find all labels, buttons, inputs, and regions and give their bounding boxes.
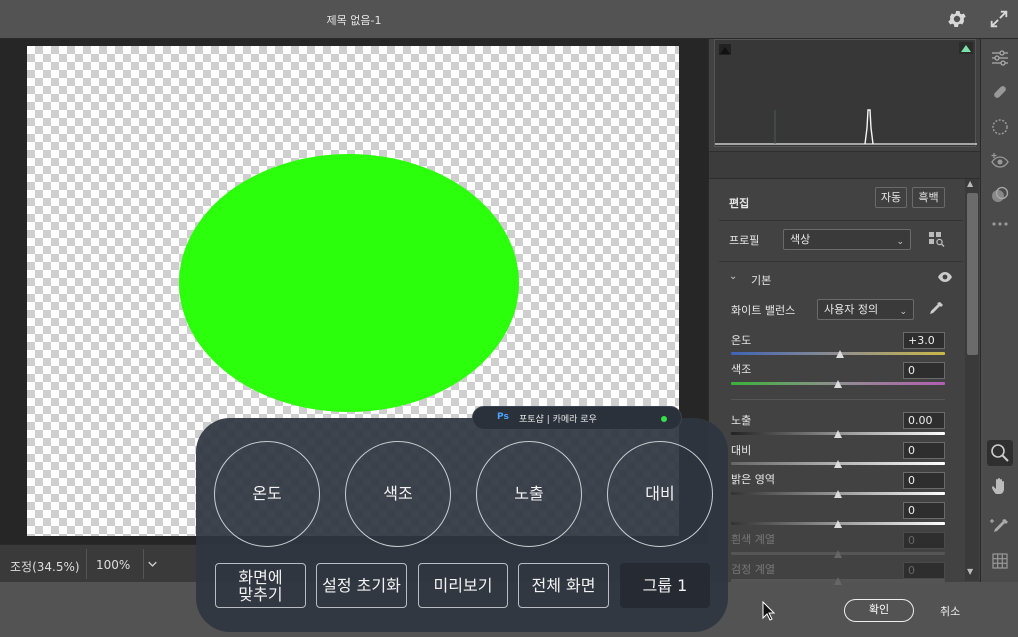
- chevron-down-icon[interactable]: ▼: [967, 567, 973, 576]
- green-blob-image: [179, 154, 519, 412]
- tool-strip: [980, 39, 1018, 582]
- highlights-slider-thumb[interactable]: [834, 490, 842, 498]
- sliders-icon[interactable]: [990, 48, 1010, 68]
- contrast-label: 대비: [731, 444, 752, 457]
- gear-icon[interactable]: [946, 8, 968, 30]
- auto-button[interactable]: 자동: [875, 187, 907, 208]
- profile-select-value: 색상: [790, 233, 811, 246]
- expand-icon[interactable]: [988, 8, 1010, 30]
- whites-value-field[interactable]: 0: [903, 532, 945, 549]
- profile-browser-icon[interactable]: [927, 229, 947, 249]
- zoom-icon: [991, 444, 1009, 462]
- adjustments-panel: 편집 자동 흑백 프로필 색상 ⌄ ⌄ 기본 화이트 밸런스 사용자 정의 ⌄ …: [708, 39, 981, 585]
- exposure-value-field[interactable]: 0.00: [903, 412, 945, 429]
- chevron-down-icon: ⌄: [896, 237, 904, 247]
- edit-label: 편집: [729, 197, 750, 210]
- contrast-slider-thumb[interactable]: [834, 460, 842, 468]
- histogram: [714, 39, 977, 147]
- blacks-value-field[interactable]: 0: [903, 562, 945, 579]
- divider: [731, 399, 945, 400]
- zoom-tool[interactable]: [987, 440, 1013, 466]
- basic-section-label[interactable]: 기본: [751, 272, 771, 288]
- contrast-value-field[interactable]: 0: [903, 442, 945, 459]
- hand-icon[interactable]: [990, 476, 1010, 496]
- presets-icon[interactable]: [990, 185, 1010, 205]
- chevron-up-icon[interactable]: ▲: [967, 179, 973, 188]
- reset-settings-button[interactable]: 설정 초기화: [316, 563, 407, 608]
- pill-label: 포토샵 | 카메라 로우: [519, 415, 597, 425]
- temperature-slider-thumb[interactable]: [836, 350, 845, 358]
- window-title: 제목 없음-1: [326, 14, 382, 27]
- ps-logo: Ps: [497, 412, 509, 422]
- dial-contrast[interactable]: 대비: [607, 441, 713, 547]
- histogram-graph: [715, 109, 977, 145]
- zoom-fit-label[interactable]: 조정(34.5%): [10, 558, 80, 575]
- color-sampler-icon[interactable]: [990, 517, 1010, 537]
- grid-icon[interactable]: [990, 551, 1010, 571]
- status-dot: [661, 416, 667, 422]
- panel-scrollbar[interactable]: ▲ ▼: [965, 179, 979, 581]
- whites-slider-thumb[interactable]: [834, 550, 842, 558]
- divider: [86, 549, 87, 579]
- ps-camera-raw-pill: Ps 포토샵 | 카메라 로우: [472, 406, 682, 430]
- highlights-value-field[interactable]: 0: [903, 472, 945, 489]
- zoom-value[interactable]: 100%: [96, 558, 130, 572]
- white-balance-value: 사용자 정의: [824, 303, 879, 316]
- profile-select[interactable]: 색상 ⌄: [783, 229, 911, 250]
- chevron-down-icon[interactable]: ⌄: [729, 271, 737, 282]
- tint-label: 색조: [731, 363, 752, 376]
- shadows-slider-thumb[interactable]: [834, 520, 842, 528]
- ok-button[interactable]: 확인: [844, 599, 914, 622]
- white-balance-select[interactable]: 사용자 정의 ⌄: [817, 299, 914, 320]
- white-balance-label: 화이트 밸런스: [731, 304, 796, 317]
- mouse-cursor-icon: [762, 601, 776, 621]
- dial-temperature[interactable]: 온도: [214, 441, 320, 547]
- divider: [719, 220, 963, 221]
- eyedropper-icon[interactable]: [927, 300, 945, 318]
- chevron-down-icon: ⌄: [899, 307, 907, 317]
- exposure-label: 노출: [731, 414, 752, 427]
- cancel-button[interactable]: 취소: [940, 603, 960, 619]
- more-icon[interactable]: [990, 214, 1010, 234]
- dial-exposure[interactable]: 노출: [476, 441, 582, 547]
- blacks-slider-thumb[interactable]: [834, 577, 842, 585]
- highlights-label: 밝은 영역: [731, 473, 775, 486]
- shadows-value-field[interactable]: 0: [903, 502, 945, 519]
- profile-label: 프로필: [729, 234, 760, 247]
- full-screen-button[interactable]: 전체 화면: [518, 563, 609, 608]
- temperature-value-field[interactable]: +3.0: [903, 332, 945, 349]
- group-1-button[interactable]: 그룹 1: [620, 563, 710, 608]
- blacks-label: 검정 계열: [731, 563, 775, 576]
- edit-header: 편집 자동 흑백: [709, 182, 965, 218]
- eye-icon[interactable]: [937, 271, 953, 283]
- red-eye-icon[interactable]: [990, 151, 1010, 171]
- healing-brush-icon[interactable]: [990, 82, 1010, 102]
- title-bar: 제목 없음-1: [0, 0, 1018, 39]
- preview-button[interactable]: 미리보기: [418, 563, 508, 608]
- dial-tint[interactable]: 색조: [345, 441, 451, 547]
- histogram-info-bar: [709, 151, 981, 179]
- tint-value-field[interactable]: 0: [903, 362, 945, 379]
- temperature-label: 온도: [731, 334, 752, 347]
- divider: [719, 261, 963, 262]
- whites-label: 흰색 계열: [731, 533, 775, 546]
- chevron-down-icon[interactable]: [143, 549, 161, 579]
- tint-slider-thumb[interactable]: [834, 380, 842, 388]
- fit-to-screen-button[interactable]: 화면에 맞추기: [215, 563, 306, 608]
- exposure-slider-thumb[interactable]: [834, 430, 842, 438]
- bw-button[interactable]: 흑백: [912, 187, 945, 208]
- scrollbar-thumb[interactable]: [967, 193, 978, 355]
- mask-icon[interactable]: [990, 117, 1010, 137]
